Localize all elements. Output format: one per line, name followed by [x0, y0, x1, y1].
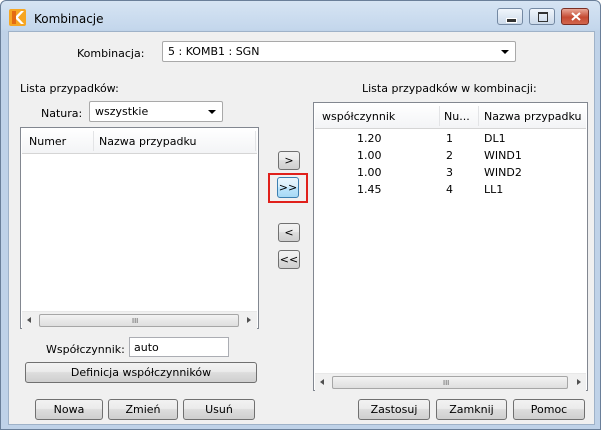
natura-dropdown[interactable]: wszystkie [89, 101, 223, 122]
case-name-cell: LL1 [484, 183, 504, 196]
case-list-hscrollbar[interactable]: III [22, 311, 257, 329]
column-separator[interactable] [439, 106, 440, 126]
column-header-wspolczynnik[interactable]: współczynnik [322, 110, 395, 123]
definicja-wspolczynnikow-button[interactable]: Definicja współczynników [25, 362, 257, 383]
scroll-right-icon[interactable] [247, 317, 251, 323]
table-row[interactable]: 1.00 3 WIND2 [315, 164, 586, 181]
close-icon [571, 12, 581, 21]
column-separator[interactable] [478, 106, 479, 126]
kombinacja-value: 5 : KOMB1 : SGN [168, 45, 260, 58]
minimize-icon [506, 18, 517, 23]
natura-value: wszystkie [95, 105, 149, 118]
case-list-header: Numer Nazwa przypadku [22, 129, 257, 154]
coefficient-cell: 1.45 [357, 183, 382, 196]
zamknij-button[interactable]: Zamknij [436, 399, 507, 420]
scroll-left-icon[interactable] [320, 379, 324, 385]
number-cell: 1 [446, 132, 453, 145]
scroll-right-icon[interactable] [577, 379, 581, 385]
wspolczynnik-input[interactable]: auto [129, 337, 229, 357]
app-logo-icon [9, 9, 26, 26]
maximize-button[interactable] [529, 8, 555, 25]
usun-button[interactable]: Usuń [183, 399, 255, 420]
table-row[interactable]: 1.45 4 LL1 [315, 181, 586, 198]
minimize-button[interactable] [497, 8, 523, 25]
column-header-numer[interactable]: Nu... [444, 110, 470, 123]
case-name-cell: WIND1 [484, 149, 522, 162]
zastosuj-button[interactable]: Zastosuj [358, 399, 430, 420]
coefficient-cell: 1.00 [357, 166, 382, 179]
combination-list-hscrollbar[interactable]: III [315, 373, 586, 391]
window-title: Kombinacje [34, 12, 104, 26]
combination-list-header: współczynnik Nu... Nazwa przypadku [315, 104, 586, 129]
number-cell: 4 [446, 183, 453, 196]
column-separator[interactable] [93, 131, 94, 151]
maximize-icon [538, 12, 548, 22]
number-cell: 2 [446, 149, 453, 162]
scroll-thumb[interactable]: III [332, 376, 568, 389]
column-header-numer[interactable]: Numer [29, 135, 66, 148]
remove-all-button[interactable]: << [278, 250, 300, 269]
coefficient-cell: 1.20 [357, 132, 382, 145]
dialog-window: Kombinacje Kombinacja: 5 : KOMB1 : SGN L… [0, 0, 601, 430]
right-list-title: Lista przypadków w kombinacji: [362, 82, 537, 95]
grip-icon: III [132, 317, 139, 325]
grip-icon: III [443, 379, 450, 387]
table-row[interactable]: 1.20 1 DL1 [315, 130, 586, 147]
wspolczynnik-label: Współczynnik: [46, 343, 125, 356]
column-header-nazwa[interactable]: Nazwa przypadku [484, 110, 581, 123]
column-header-nazwa[interactable]: Nazwa przypadku [99, 135, 196, 148]
close-button[interactable] [561, 8, 589, 25]
left-list-title: Lista przypadków: [20, 82, 119, 95]
pomoc-button[interactable]: Pomoc [513, 399, 585, 420]
kombinacja-label: Kombinacja: [77, 47, 145, 60]
add-one-button[interactable]: > [278, 151, 300, 170]
column-separator[interactable] [255, 131, 256, 151]
scroll-left-icon[interactable] [27, 317, 31, 323]
table-row[interactable]: 1.00 2 WIND1 [315, 147, 586, 164]
case-list[interactable]: Numer Nazwa przypadku III [20, 127, 259, 329]
number-cell: 3 [446, 166, 453, 179]
case-name-cell: WIND2 [484, 166, 522, 179]
coefficient-cell: 1.00 [357, 149, 382, 162]
add-all-button[interactable]: >> [277, 177, 299, 198]
remove-one-button[interactable]: < [278, 223, 300, 242]
scroll-thumb[interactable]: III [39, 314, 239, 327]
kombinacja-dropdown[interactable]: 5 : KOMB1 : SGN [162, 41, 516, 62]
chevron-down-icon [501, 50, 509, 54]
zmien-button[interactable]: Zmień [108, 399, 178, 420]
case-name-cell: DL1 [484, 132, 506, 145]
nowa-button[interactable]: Nowa [35, 399, 103, 420]
combination-case-list[interactable]: współczynnik Nu... Nazwa przypadku 1.20 … [313, 102, 588, 391]
wspolczynnik-value: auto [134, 341, 159, 354]
natura-label: Natura: [41, 107, 83, 120]
chevron-down-icon [208, 110, 216, 114]
